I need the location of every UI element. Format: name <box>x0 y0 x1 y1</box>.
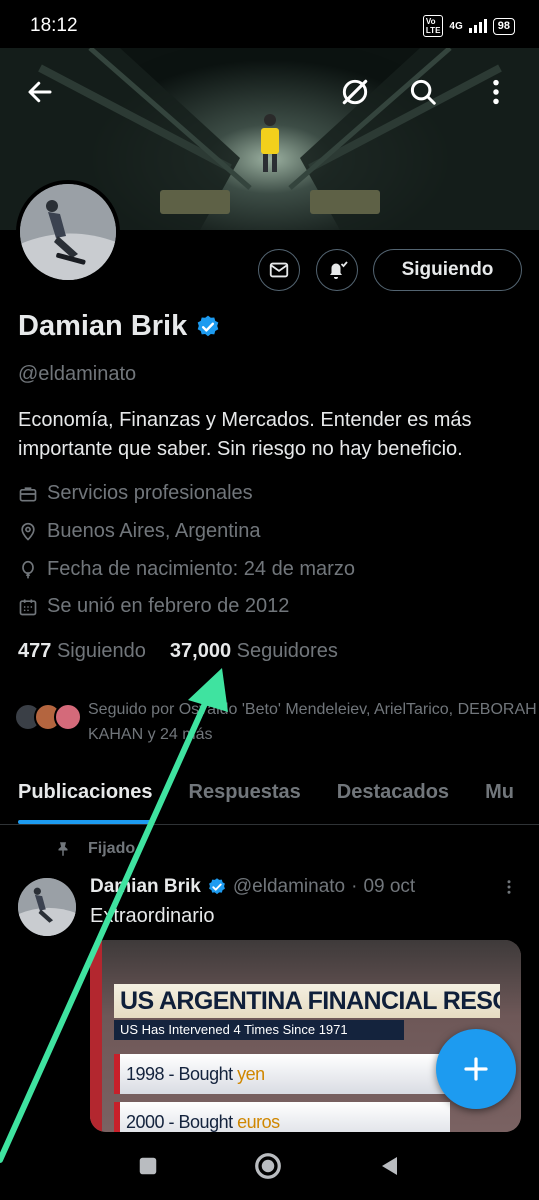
notifications-button[interactable] <box>316 249 358 291</box>
tab-multimedia[interactable]: Mu <box>467 765 532 824</box>
search-icon <box>410 79 436 105</box>
plus-icon <box>464 1057 488 1081</box>
post-author-handle: @eldaminato <box>232 876 346 897</box>
more-vertical-icon <box>493 79 499 105</box>
location-text: Buenos Aires, Argentina <box>47 520 261 542</box>
followers-label: Seguidores <box>236 640 338 662</box>
following-label: Siguiendo <box>56 640 146 662</box>
display-name: Damian Brik <box>18 310 188 342</box>
signal-icon <box>468 19 487 33</box>
meta-category: Servicios profesionales <box>18 482 253 505</box>
verified-badge-icon <box>208 878 225 895</box>
system-nav-bar <box>0 1132 539 1200</box>
briefcase-icon <box>19 486 37 501</box>
follower-avatar <box>54 703 82 731</box>
post-date[interactable]: 09 oct <box>363 876 415 898</box>
mail-icon <box>269 262 289 278</box>
battery-icon: 98 <box>492 17 515 35</box>
profile-tabs: Publicaciones Respuestas Destacados Mu <box>0 765 539 825</box>
grok-button[interactable] <box>333 70 377 114</box>
status-icons: Vo LTE 4G 98 <box>422 15 515 37</box>
post-author-name[interactable]: Damian Brik <box>90 876 201 898</box>
media-row: 1998 - Bought yen <box>120 1054 450 1094</box>
category-text: Servicios profesionales <box>47 482 253 504</box>
birthday-text: Fecha de nacimiento: 24 de marzo <box>47 558 355 580</box>
media-subheadline: US Has Intervened 4 Times Since 1971 <box>114 1020 404 1040</box>
media-headline: US ARGENTINA FINANCIAL RESCUE <box>114 984 500 1018</box>
joined-text: Se unió en febrero de 2012 <box>47 595 290 617</box>
profile-handle: @eldaminato <box>18 363 137 385</box>
avatar-image <box>20 184 116 280</box>
more-button[interactable] <box>474 70 518 114</box>
meta-joined: Se unió en febrero de 2012 <box>18 595 289 618</box>
media-row-highlight: euros <box>237 1112 280 1132</box>
following-count: 477 <box>18 640 52 662</box>
post-author-avatar[interactable] <box>18 878 76 936</box>
circle-icon[interactable] <box>253 1151 283 1181</box>
media-row: 2000 - Bought euros <box>120 1102 450 1132</box>
following-link[interactable]: 477 Siguiendo <box>18 640 146 663</box>
pinned-label: Fijado <box>88 840 136 857</box>
followed-by-text: Seguido por Osvaldo 'Beto' Mendeleiev, A… <box>88 701 537 743</box>
profile-avatar[interactable] <box>16 180 120 284</box>
post-text: Extraordinario <box>90 905 215 927</box>
compose-button[interactable] <box>436 1029 516 1109</box>
meta-birthday: Fecha de nacimiento: 24 de marzo <box>18 558 355 581</box>
status-time: 18:12 <box>30 15 78 36</box>
post-header: Damian Brik @eldaminato · 09 oct <box>90 876 415 898</box>
media-edge <box>90 940 102 1132</box>
verified-badge-icon[interactable] <box>195 314 221 340</box>
square-icon[interactable] <box>137 1155 159 1177</box>
message-button[interactable] <box>258 249 300 291</box>
media-row-prefix: 2000 - Bought <box>126 1112 238 1132</box>
network-type: 4G <box>449 20 463 32</box>
triangle-back-icon[interactable] <box>378 1154 402 1178</box>
status-bar: 18:12 Vo LTE 4G 98 <box>0 0 539 52</box>
media-row-highlight: yen <box>237 1064 265 1084</box>
post-more-button[interactable] <box>500 876 518 904</box>
calendar-icon <box>19 599 37 615</box>
balloon-icon <box>22 560 34 578</box>
back-button[interactable] <box>18 70 62 114</box>
followers-link[interactable]: 37,000 Seguidores <box>170 640 338 663</box>
avatar-image <box>18 878 76 936</box>
followers-count: 37,000 <box>169 640 232 662</box>
tab-respuestas[interactable]: Respuestas <box>171 765 319 824</box>
location-pin-icon <box>21 522 35 541</box>
search-button[interactable] <box>401 70 445 114</box>
tab-publicaciones[interactable]: Publicaciones <box>0 765 171 824</box>
tab-destacados[interactable]: Destacados <box>319 765 467 824</box>
profile-bio: Economía, Finanzas y Mercados. Entender … <box>18 409 472 460</box>
followed-by[interactable]: Seguido por Osvaldo 'Beto' Mendeleiev, A… <box>14 697 538 747</box>
grok-icon <box>342 79 368 105</box>
pinned-indicator: Fijado <box>54 840 135 858</box>
post-separator: · <box>351 876 358 897</box>
more-vertical-icon <box>507 880 511 894</box>
volte-icon: Vo LTE <box>422 15 444 37</box>
media-row-prefix: 1998 - Bought <box>126 1064 238 1084</box>
arrow-left-icon <box>28 81 52 103</box>
follower-avatars <box>14 697 84 733</box>
name-row: Damian Brik <box>18 310 221 343</box>
following-button[interactable]: Siguiendo <box>373 249 522 291</box>
pin-icon <box>58 842 68 856</box>
follow-stats: 477 Siguiendo 37,000 Seguidores <box>18 640 338 663</box>
meta-location: Buenos Aires, Argentina <box>18 520 260 543</box>
bell-check-icon <box>330 261 348 279</box>
